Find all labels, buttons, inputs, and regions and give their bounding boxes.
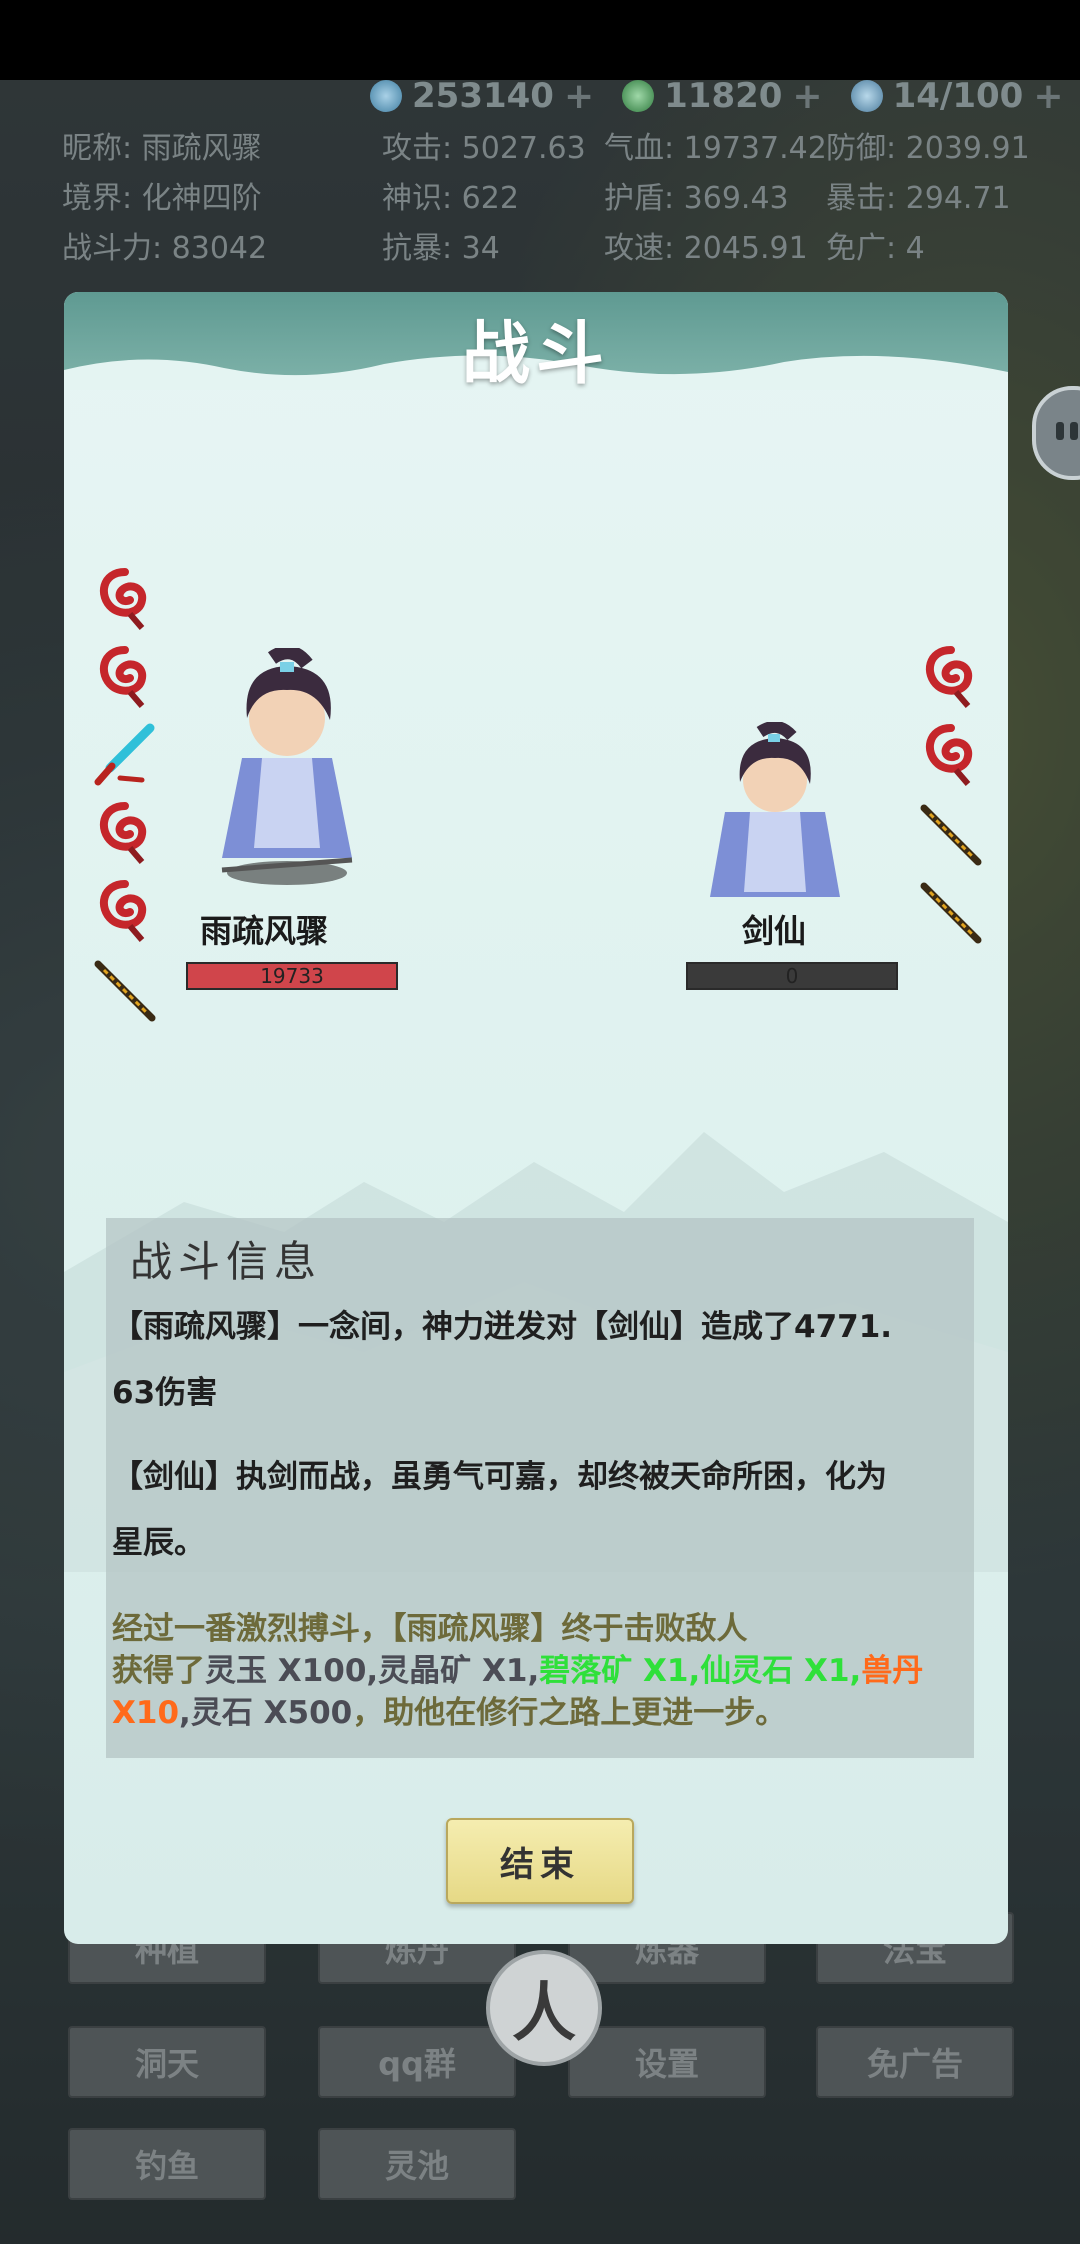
reward-suffix: ，助他在修行之路上更进一步。 — [352, 1695, 787, 1731]
battle-info-title: 战斗信息 — [130, 1237, 323, 1286]
jade-brush-icon — [94, 723, 155, 786]
stat-crit: 暴击: 294.71 — [826, 181, 1011, 216]
battle-info-panel: 战斗信息 【雨疏风骤】一念间，神力迸发对【剑仙】造成了4771. 63伤害 【剑… — [106, 1218, 974, 1758]
player-hp-bar: 19733 — [186, 962, 398, 990]
flame-sword-icon — [920, 804, 982, 866]
battle-log-line-2a: 【剑仙】执剑而战，虽勇气可嘉，却终被天命所困，化为 — [112, 1459, 887, 1495]
reward-rare: 碧落矿 X1,仙灵石 X1, — [539, 1653, 862, 1689]
currency-stamina: 14/100 + — [850, 76, 1063, 117]
dragon-icon — [100, 568, 147, 630]
stat-crit-resist: 抗暴: 34 — [382, 231, 500, 266]
center-character-button[interactable]: 人 — [486, 1950, 602, 2066]
add-jade-icon[interactable]: + — [564, 76, 594, 117]
reward-prefix: 获得了 — [112, 1653, 205, 1689]
dragon-icon — [100, 880, 147, 942]
battle-rewards: 获得了灵玉 X100,灵晶矿 X1,碧落矿 X1,仙灵石 X1,兽丹 X10,灵石… — [112, 1650, 962, 1734]
menu-settings-button[interactable]: 设置 — [568, 2026, 766, 2098]
enemy-name: 剑仙 — [741, 912, 806, 950]
enemy-hp-bar: 0 — [686, 962, 898, 990]
player-stats: 昵称: 雨疏风骤 攻击: 5027.63 气血: 19737.42 防御: 20… — [62, 120, 1072, 270]
currency-crystal: 11820 + — [622, 76, 823, 117]
stat-realm: 境界: 化神四阶 — [62, 181, 262, 216]
battle-log-line-1a: 【雨疏风骤】一念间，神力迸发对【剑仙】造成了4771. — [112, 1309, 893, 1345]
dragon-icon — [100, 646, 147, 708]
battle-log-line-2b: 星辰。 — [112, 1525, 205, 1561]
reward-spirit-stone: ,灵石 X500 — [179, 1695, 353, 1731]
menu-remove-ads-button[interactable]: 免广告 — [816, 2026, 1014, 2098]
currency-bar: 253140 + 11820 + 14/100 + — [370, 72, 1063, 120]
menu-qq-group-button[interactable]: qq群 — [318, 2026, 516, 2098]
player-character-sprite — [221, 648, 353, 885]
menu-cave-button[interactable]: 洞天 — [68, 2026, 266, 2098]
spirit-crystal-icon — [622, 80, 655, 112]
reward-beast-core-qty: X10 — [112, 1695, 180, 1731]
currency-stamina-value: 14/100 — [892, 76, 1024, 116]
stat-hp: 气血: 19737.42 — [604, 131, 827, 166]
stat-ad-free: 免广: 4 — [826, 231, 925, 266]
stat-attack: 攻击: 5027.63 — [382, 131, 586, 166]
stat-attack-speed: 攻速: 2045.91 — [604, 231, 808, 266]
player-name: 雨疏风骤 — [199, 912, 328, 950]
menu-spirit-pool-button[interactable]: 灵池 — [318, 2128, 516, 2200]
currency-crystal-value: 11820 — [664, 76, 783, 116]
flame-sword-icon — [920, 882, 982, 944]
end-battle-button[interactable]: 结束 — [446, 1818, 634, 1904]
stat-defense: 防御: 2039.91 — [826, 131, 1030, 166]
flame-sword-icon — [94, 960, 156, 1022]
dragon-icon — [926, 724, 973, 786]
currency-jade: 253140 + — [370, 76, 594, 117]
reward-common: 灵玉 X100,灵晶矿 X1, — [205, 1653, 540, 1689]
dragon-icon — [100, 802, 147, 864]
stat-power: 战斗力: 83042 — [62, 231, 268, 266]
currency-jade-value: 253140 — [412, 76, 554, 116]
battle-dialog: 战斗 雨疏风骤 19733 剑仙 0 战斗信息 【雨疏风骤】一念间，神力迸发对【… — [64, 292, 1008, 1944]
stat-shield: 护盾: 369.43 — [604, 181, 789, 216]
stat-spirit: 神识: 622 — [382, 181, 519, 216]
status-bar — [0, 0, 1080, 80]
add-crystal-icon[interactable]: + — [792, 76, 822, 117]
reward-beast-core: 兽丹 — [861, 1653, 924, 1689]
menu-fishing-button[interactable]: 钓鱼 — [68, 2128, 266, 2200]
stat-nickname: 昵称: 雨疏风骤 — [62, 131, 262, 166]
dragon-icon — [926, 646, 973, 708]
add-stamina-icon[interactable]: + — [1033, 76, 1063, 117]
stamina-icon — [850, 80, 883, 112]
dialog-title: 战斗 — [461, 314, 610, 394]
spirit-jade-icon — [370, 80, 402, 112]
battle-summary: 经过一番激烈搏斗，【雨疏风骤】终于击败敌人 — [112, 1611, 748, 1647]
enemy-character-sprite — [710, 722, 840, 897]
battle-log-line-1b: 63伤害 — [112, 1375, 218, 1411]
